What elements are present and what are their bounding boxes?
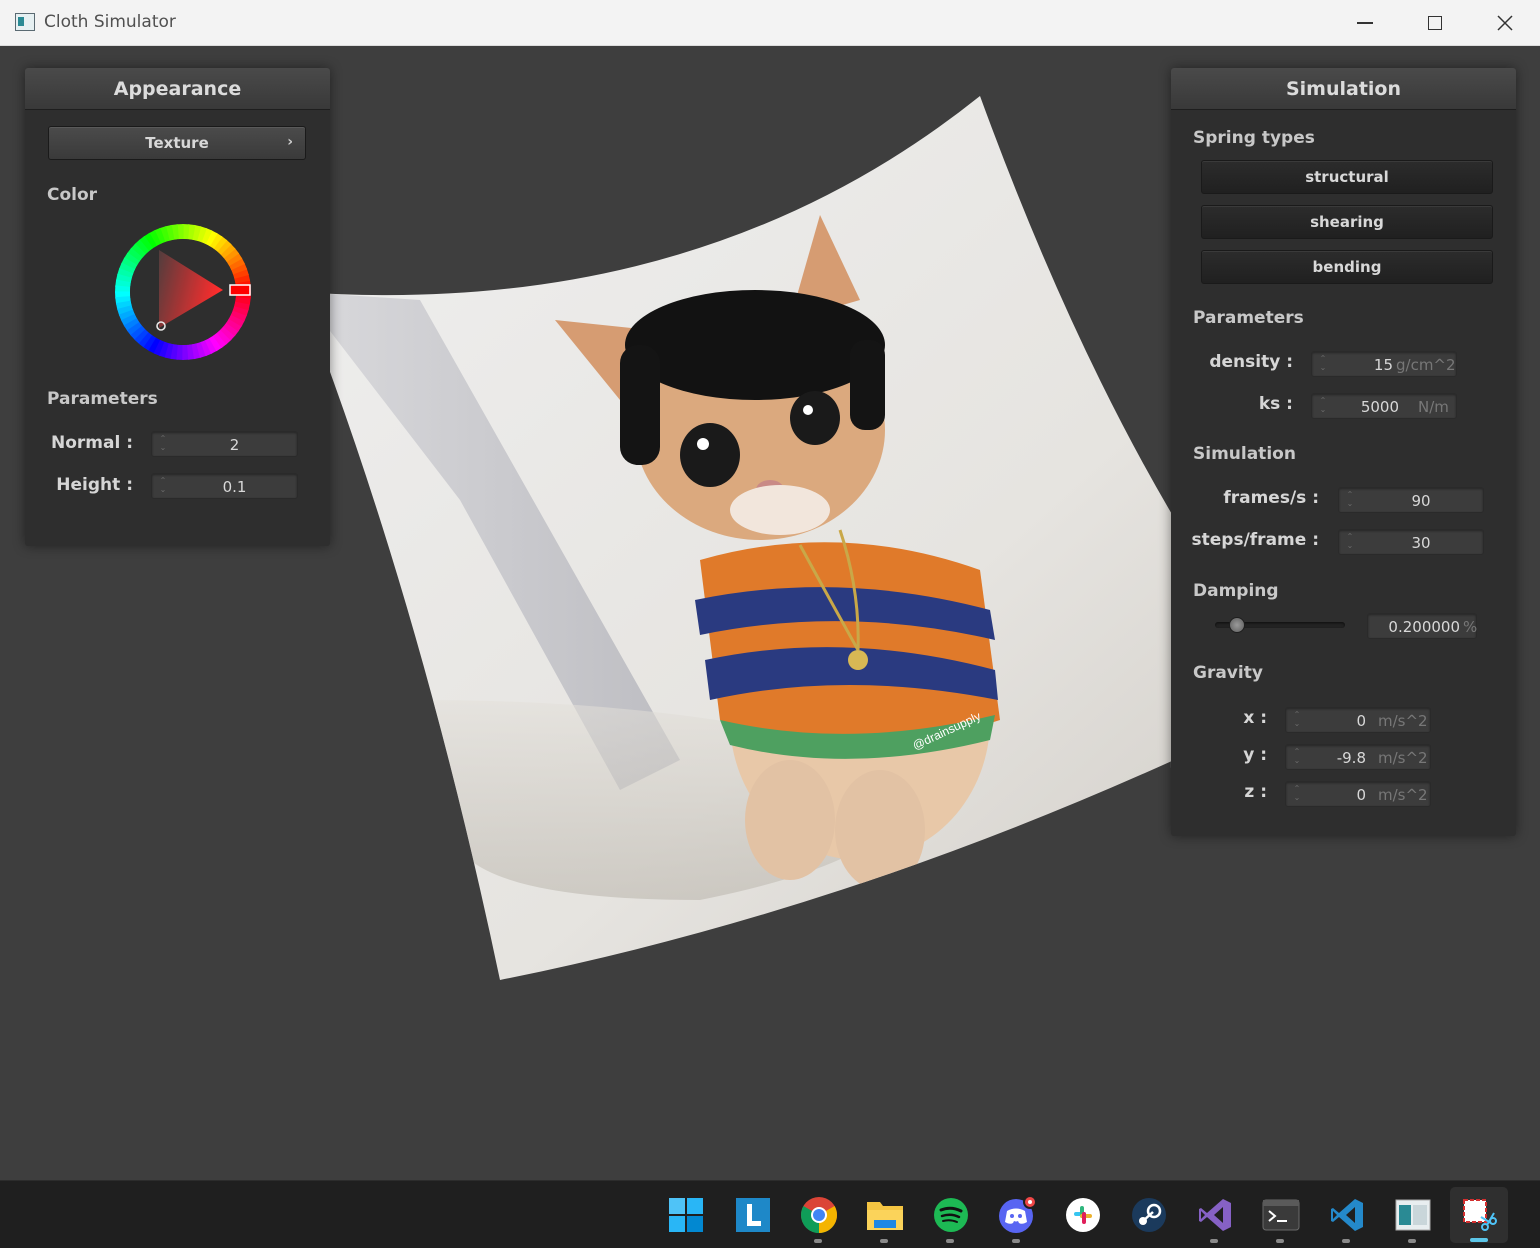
spinner-arrows-icon[interactable]: ⌃ ⌄ [1318,354,1328,374]
damping-label: Damping [1193,581,1279,601]
gravity-y-value: -9.8 [1336,749,1366,767]
maximize-button[interactable] [1400,0,1470,46]
running-indicator [1210,1239,1218,1243]
texture-button[interactable]: Texture › [48,126,306,160]
windows-start-icon[interactable] [666,1195,706,1235]
steps-label: steps/frame : [1191,530,1319,550]
fps-input[interactable]: ⌃ ⌄ 90 [1338,487,1484,513]
title-bar: Cloth Simulator [0,0,1540,46]
shearing-button[interactable]: shearing [1201,205,1493,239]
spinner-arrows-icon[interactable]: ⌃ ⌄ [158,434,168,454]
height-input[interactable]: ⌃ ⌄ 0.1 [151,473,298,499]
spinner-arrows-icon[interactable]: ⌃ ⌄ [1345,490,1355,510]
running-indicator [814,1239,822,1243]
spinner-arrows-icon[interactable]: ⌃ ⌄ [1345,532,1355,552]
appearance-header: Appearance [25,68,330,110]
damping-value: 0.200000 [1388,618,1460,636]
structural-button[interactable]: structural [1201,160,1493,194]
spinner-arrows-icon[interactable]: ⌃ ⌄ [1318,396,1328,416]
running-indicator [1342,1239,1350,1243]
damping-input[interactable]: 0.200000 % [1367,613,1477,639]
fps-value: 90 [1411,492,1431,510]
render-viewport[interactable]: @drainsupply Appearance Texture › Color [0,46,1540,1180]
running-indicator [1408,1239,1416,1243]
window-app-icon[interactable] [1393,1195,1433,1243]
bending-button[interactable]: bending [1201,250,1493,284]
color-label: Color [47,185,98,205]
simulation-panel: Simulation Spring types structural shear… [1171,68,1516,836]
density-input[interactable]: ⌃ ⌄ 15 g/cm^2 [1311,351,1457,377]
damping-unit: % [1463,618,1478,636]
gravity-x-input[interactable]: ⌃ ⌄ 0 m/s^2 [1285,707,1431,733]
chrome-icon[interactable] [799,1195,839,1243]
running-indicator [1276,1239,1284,1243]
spinner-arrows-icon[interactable]: ⌃ ⌄ [1292,710,1302,730]
file-explorer-icon[interactable] [865,1195,905,1243]
gravity-x-label: x : [1243,708,1267,728]
active-app-indicator [1470,1238,1488,1242]
spring-types-label: Spring types [1193,128,1315,148]
ks-label: ks : [1258,394,1293,414]
parameters-label: Parameters [47,389,158,409]
damping-slider-handle[interactable] [1228,617,1245,633]
color-wheel[interactable] [113,222,253,362]
libby-icon[interactable] [733,1195,773,1235]
steps-input[interactable]: ⌃ ⌄ 30 [1338,529,1484,555]
gravity-z-label: z : [1244,782,1267,802]
ks-unit: N/m [1418,398,1449,416]
sim-parameters-label: Parameters [1193,308,1304,328]
gravity-y-input[interactable]: ⌃ ⌄ -9.8 m/s^2 [1285,744,1431,770]
normal-label: Normal : [50,433,133,453]
gravity-y-label: y : [1243,745,1267,765]
spotify-icon[interactable] [931,1195,971,1243]
normal-input[interactable]: ⌃ ⌄ 2 [151,431,298,457]
gravity-x-value: 0 [1356,712,1366,730]
height-value: 0.1 [222,478,247,496]
gravity-z-unit: m/s^2 [1378,786,1428,804]
steam-icon[interactable] [1129,1195,1169,1235]
maximize-icon [1428,16,1442,30]
density-value: 15 [1373,356,1393,374]
ks-value: 5000 [1360,398,1399,416]
running-indicator [1012,1239,1020,1243]
simulation-section-label: Simulation [1193,444,1296,464]
gravity-z-input[interactable]: ⌃ ⌄ 0 m/s^2 [1285,781,1431,807]
gravity-z-value: 0 [1356,786,1366,804]
gravity-x-unit: m/s^2 [1378,712,1428,730]
height-label: Height : [56,475,133,495]
running-indicator [880,1239,888,1243]
minimize-icon [1357,22,1373,24]
terminal-icon[interactable] [1261,1195,1301,1243]
hue-handle[interactable] [229,284,251,296]
taskbar [0,1180,1540,1248]
appearance-panel: Appearance Texture › Color Parameters No… [25,68,330,546]
density-unit: g/cm^2 [1396,356,1456,374]
snipping-tool-icon[interactable] [1459,1195,1499,1235]
gravity-label: Gravity [1193,663,1263,683]
window-title: Cloth Simulator [44,12,176,32]
spinner-arrows-icon[interactable]: ⌃ ⌄ [158,476,168,496]
chevron-right-icon: › [287,134,293,150]
close-button[interactable] [1470,0,1540,46]
spinner-arrows-icon[interactable]: ⌃ ⌄ [1292,784,1302,804]
steps-value: 30 [1411,534,1431,552]
density-label: density : [1209,352,1293,372]
app-icon [15,13,35,31]
minimize-button[interactable] [1330,0,1400,46]
ks-input[interactable]: ⌃ ⌄ 5000 N/m [1311,393,1457,419]
discord-icon[interactable] [997,1195,1037,1243]
visual-studio-icon[interactable] [1195,1195,1235,1243]
gravity-y-unit: m/s^2 [1378,749,1428,767]
simulation-header: Simulation [1171,68,1516,110]
vscode-icon[interactable] [1327,1195,1367,1243]
spinner-arrows-icon[interactable]: ⌃ ⌄ [1292,747,1302,767]
slack-icon[interactable] [1063,1195,1103,1235]
normal-value: 2 [229,436,240,454]
close-icon [1497,15,1513,31]
texture-button-label: Texture [145,134,209,152]
fps-label: frames/s : [1223,488,1319,508]
running-indicator [946,1239,954,1243]
